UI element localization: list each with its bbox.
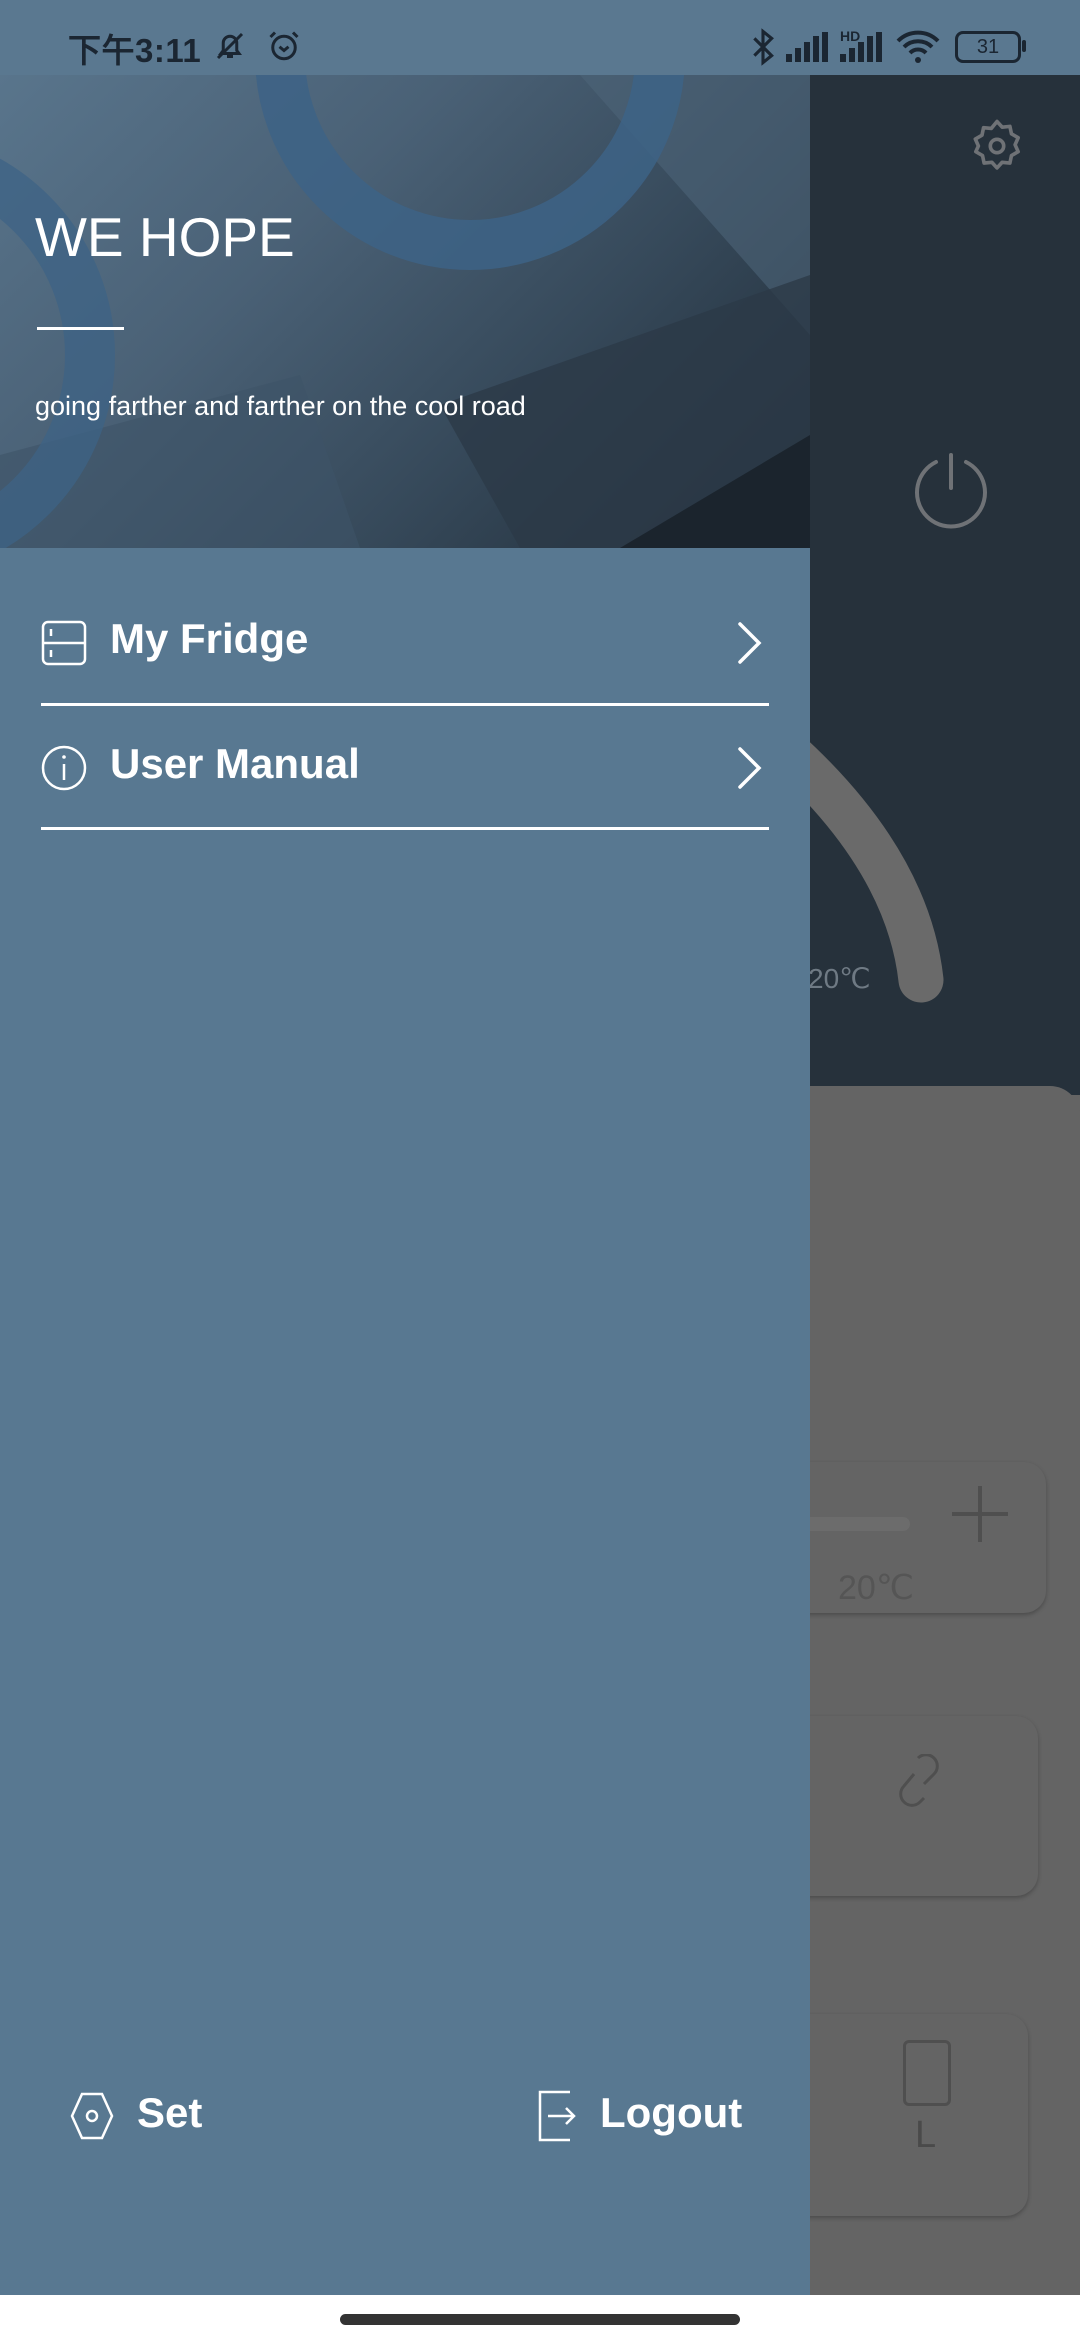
battery-level-label: L xyxy=(915,2114,937,2156)
info-icon xyxy=(41,745,87,791)
header-tagline: going farther and farther on the cool ro… xyxy=(35,391,526,421)
header-title: WE HOPE xyxy=(35,206,295,268)
temp-value-label: 20℃ xyxy=(838,1569,915,1607)
power-icon[interactable] xyxy=(912,452,990,530)
menu-item-label: My Fridge xyxy=(110,615,309,662)
menu-divider xyxy=(41,827,769,830)
logout-button[interactable]: Logout xyxy=(536,2085,756,2145)
fridge-icon xyxy=(41,620,87,666)
battery-level: 31 xyxy=(976,36,1000,58)
alarm-clock-icon xyxy=(269,31,299,61)
signal-icon xyxy=(786,32,828,62)
hexagon-settings-icon xyxy=(70,2092,114,2140)
chevron-right-icon xyxy=(738,747,762,789)
menu-item-my-fridge[interactable]: My Fridge xyxy=(41,585,769,703)
set-button[interactable]: Set xyxy=(70,2085,230,2145)
menu-item-label: User Manual xyxy=(110,740,360,787)
navigation-drawer: WE HOPE going farther and farther on the… xyxy=(0,75,810,2295)
battery-tip xyxy=(1022,40,1026,52)
bluetooth-icon xyxy=(753,28,774,66)
header-divider xyxy=(37,327,124,330)
set-label: Set xyxy=(137,2089,203,2136)
logout-label: Logout xyxy=(600,2089,743,2136)
header-background-art xyxy=(0,75,810,548)
battery-level-icon xyxy=(903,2040,951,2106)
increase-temp-button[interactable] xyxy=(952,1486,1008,1542)
chevron-right-icon xyxy=(738,622,762,664)
drawer-header: WE HOPE going farther and farther on the… xyxy=(0,75,810,548)
settings-gear-icon[interactable] xyxy=(966,115,1028,177)
hd-signal-icon xyxy=(840,32,882,62)
status-bar: 下午3:11 HD 31 xyxy=(0,0,1080,75)
wifi-icon xyxy=(896,30,940,63)
bell-muted-icon xyxy=(216,32,244,60)
logout-icon xyxy=(538,2090,576,2142)
battery-icon: 31 xyxy=(955,31,1021,63)
menu-divider xyxy=(41,703,769,706)
status-time: 下午3:11 xyxy=(68,32,202,69)
home-indicator[interactable] xyxy=(340,2314,740,2325)
gauge-min-label: 20℃ xyxy=(808,963,871,994)
menu-item-user-manual[interactable]: User Manual xyxy=(41,710,769,828)
unlink-icon xyxy=(899,1754,939,1807)
